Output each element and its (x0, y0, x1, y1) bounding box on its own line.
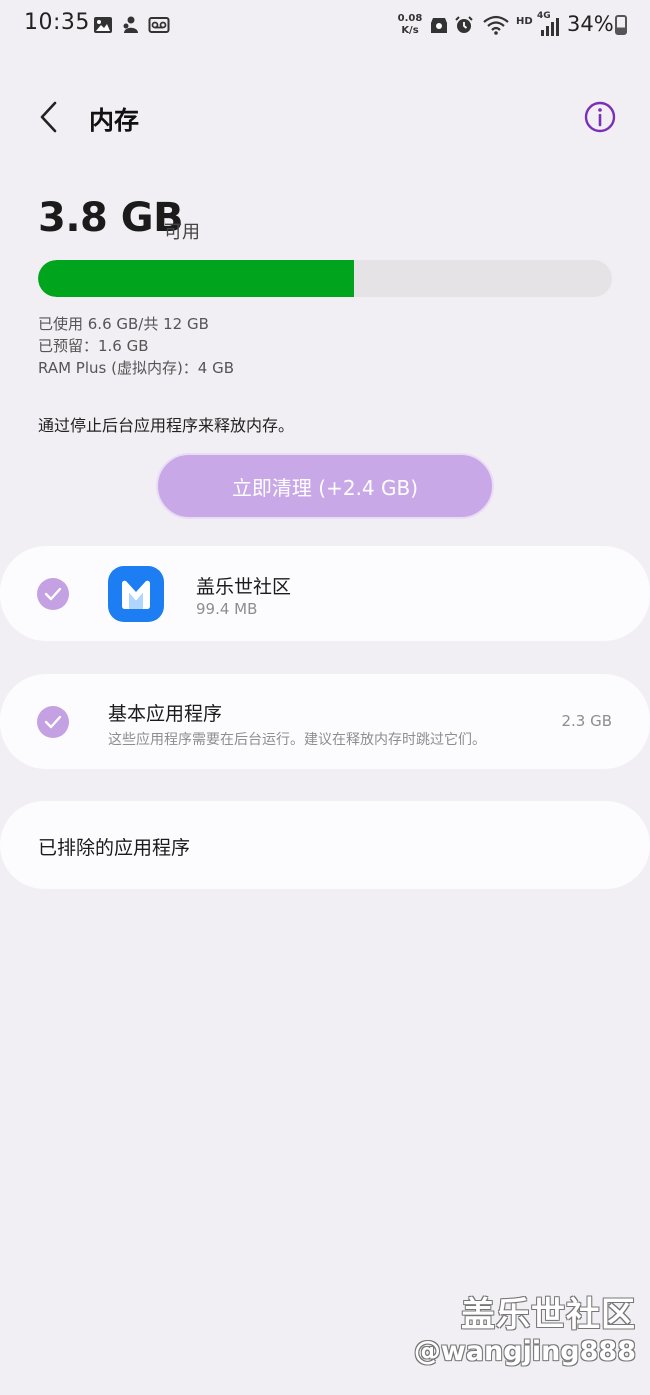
battery-percent: 34% (567, 12, 614, 36)
clean-now-button[interactable]: 立即清理 (+2.4 GB) (156, 453, 494, 519)
net-speed-value: 0.08 (397, 13, 423, 24)
hd-voice-badge: HD (516, 16, 533, 27)
gallery-icon (94, 17, 112, 33)
status-bar: 10:35 0.08 K/s HD 4G 34% (0, 0, 650, 52)
basic-apps-card[interactable]: 基本应用程序 这些应用程序需要在后台运行。建议在释放内存时跳过它们。 2.3 G… (0, 674, 650, 769)
app-name: 盖乐世社区 (196, 576, 292, 598)
free-memory-hint: 通过停止后台应用程序来释放内存。 (38, 416, 295, 435)
memory-usage-bar (38, 260, 612, 297)
basic-apps-size: 2.3 GB (561, 712, 612, 730)
excluded-apps-card[interactable]: 已排除的应用程序 (0, 801, 650, 889)
ram-plus-text: RAM Plus (虚拟内存)：4 GB (38, 359, 235, 377)
watermark-brand: 盖乐世社区 (461, 1295, 636, 1335)
privacy-icon (431, 18, 447, 33)
app-size: 99.4 MB (196, 600, 258, 618)
basic-apps-title: 基本应用程序 (108, 703, 223, 725)
signal-icon (541, 18, 559, 36)
available-memory-label: 可用 (164, 222, 200, 243)
notification-app-icon (123, 16, 138, 33)
checkmark-icon (44, 587, 62, 601)
page-title: 内存 (89, 106, 140, 135)
net-speed-unit: K/s (401, 25, 419, 36)
excluded-apps-title: 已排除的应用程序 (38, 837, 191, 859)
app-checkbox[interactable] (37, 578, 69, 610)
net-speed: 0.08 K/s (394, 13, 426, 37)
battery-icon (615, 15, 627, 35)
checkmark-icon (44, 715, 62, 729)
memory-usage-fill (38, 260, 354, 297)
basic-apps-description: 这些应用程序需要在后台运行。建议在释放内存时跳过它们。 (108, 732, 486, 748)
basic-apps-checkbox[interactable] (37, 706, 69, 738)
app-card[interactable]: 盖乐世社区 99.4 MB (0, 546, 650, 641)
reserved-memory-text: 已预留：1.6 GB (38, 337, 149, 355)
status-time: 10:35 (24, 10, 90, 35)
chevron-left-icon (40, 101, 57, 133)
alarm-icon (455, 16, 473, 33)
info-icon (584, 101, 616, 133)
used-memory-text: 已使用 6.6 GB/共 12 GB (38, 315, 209, 333)
wifi-icon (483, 15, 509, 35)
back-button[interactable] (30, 97, 70, 137)
voicemail-icon (148, 17, 170, 33)
available-memory-value: 3.8 GB (38, 195, 184, 241)
watermark-user: @wangjing888 (413, 1336, 636, 1367)
samsung-members-icon (108, 566, 164, 622)
info-button[interactable] (582, 99, 618, 135)
